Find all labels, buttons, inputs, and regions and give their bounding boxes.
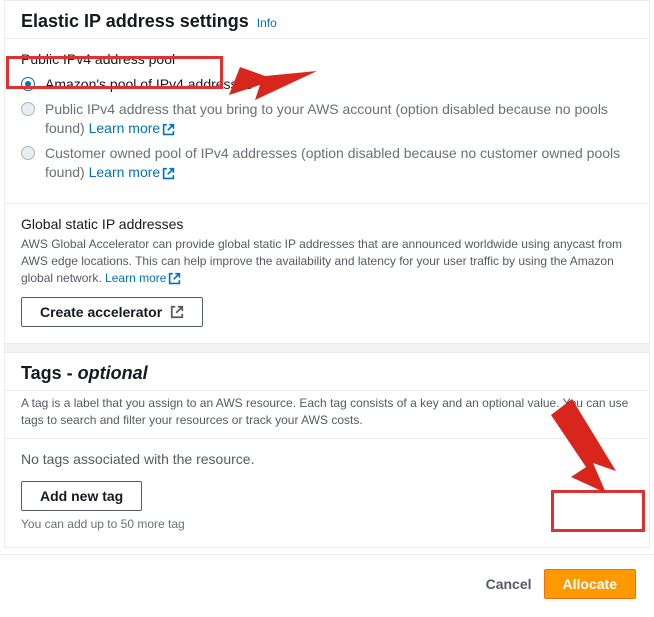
pool-group-label: Public IPv4 address pool — [21, 51, 633, 67]
radio-option-byoip: Public IPv4 address that you bring to yo… — [21, 100, 633, 138]
radio-icon — [21, 77, 35, 91]
add-new-tag-button[interactable]: Add new tag — [21, 481, 142, 511]
radio-option-customer-owned: Customer owned pool of IPv4 addresses (o… — [21, 144, 633, 182]
learn-more-link[interactable]: Learn more — [89, 164, 176, 180]
tags-title-text: Tags - — [21, 363, 78, 383]
radio-option-amazon-pool[interactable]: Amazon's pool of IPv4 addresses — [21, 75, 633, 94]
external-link-icon — [170, 305, 184, 319]
learn-more-link[interactable]: Learn more — [89, 120, 176, 136]
tags-description: A tag is a label that you assign to an A… — [5, 391, 649, 440]
tags-empty-text: No tags associated with the resource. — [21, 451, 633, 467]
external-link-icon — [162, 167, 175, 180]
global-description: AWS Global Accelerator can provide globa… — [21, 236, 633, 286]
external-link-icon — [162, 123, 175, 136]
learn-more-text: Learn more — [89, 164, 161, 180]
create-accelerator-button[interactable]: Create accelerator — [21, 297, 203, 327]
allocate-label: Allocate — [563, 576, 617, 592]
radio-label: Public IPv4 address that you bring to yo… — [45, 100, 633, 138]
tags-body: No tags associated with the resource. Ad… — [5, 439, 649, 547]
footer: Cancel Allocate — [0, 554, 654, 617]
learn-more-text: Learn more — [105, 271, 166, 285]
add-tag-label: Add new tag — [40, 488, 123, 504]
eip-section-body: Public IPv4 address pool Amazon's pool o… — [5, 39, 649, 203]
radio-label: Amazon's pool of IPv4 addresses — [45, 75, 252, 94]
info-link[interactable]: Info — [257, 16, 277, 30]
create-accelerator-label: Create accelerator — [40, 304, 162, 320]
cancel-button[interactable]: Cancel — [486, 576, 532, 592]
external-link-icon — [168, 272, 181, 285]
global-heading: Global static IP addresses — [21, 216, 633, 232]
tags-limit-note: You can add up to 50 more tag — [21, 517, 633, 531]
radio-icon-disabled — [21, 146, 35, 160]
tags-title: Tags - optional — [21, 363, 148, 384]
radio-label: Customer owned pool of IPv4 addresses (o… — [45, 144, 633, 182]
panel-spacer — [4, 344, 650, 352]
eip-settings-panel: Elastic IP address settings Info Public … — [4, 0, 650, 344]
radio-icon-disabled — [21, 102, 35, 116]
eip-title: Elastic IP address settings — [21, 11, 249, 32]
learn-more-link[interactable]: Learn more — [105, 271, 181, 285]
learn-more-text: Learn more — [89, 120, 161, 136]
eip-section-header: Elastic IP address settings Info — [5, 1, 649, 39]
tags-header: Tags - optional — [5, 353, 649, 391]
tags-optional: optional — [78, 363, 148, 383]
allocate-button[interactable]: Allocate — [544, 569, 636, 599]
global-accelerator-section: Global static IP addresses AWS Global Ac… — [5, 203, 649, 342]
tags-panel: Tags - optional A tag is a label that yo… — [4, 352, 650, 549]
